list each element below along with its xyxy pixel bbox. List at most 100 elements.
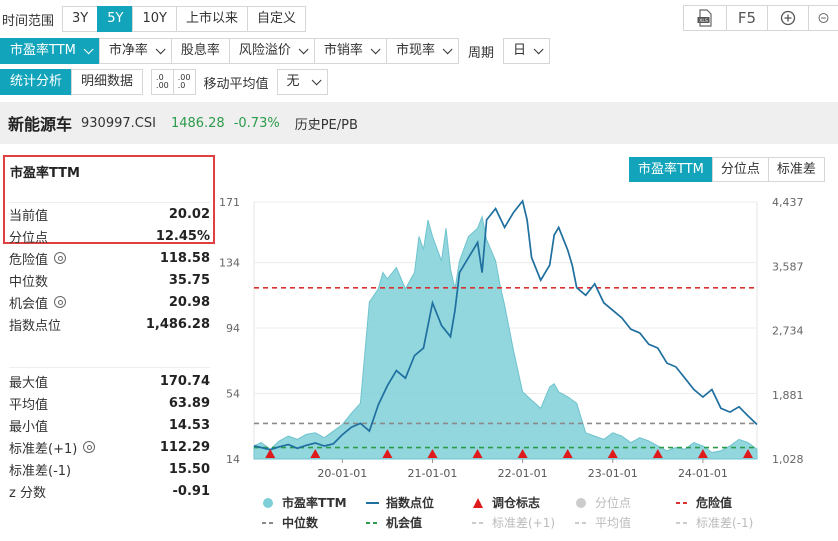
- tab-statistics[interactable]: 统计分析: [0, 69, 73, 95]
- chart-series-toggle: 市盈率TTM 分位点 标准差: [629, 157, 825, 182]
- gear-icon[interactable]: [83, 441, 96, 453]
- right-axis-tick-label: 3,587: [772, 260, 804, 273]
- zoom-out-button[interactable]: [808, 5, 838, 31]
- stat-opportunity-label: 机会值: [9, 296, 49, 312]
- decimal-decrease-button[interactable]: .00 .0: [172, 69, 196, 95]
- analysis-row: 统计分析 明细数据 .0 .00 .00 .0 移动平均值 无: [0, 68, 328, 96]
- left-axis-tick-label: 134: [219, 257, 240, 270]
- stat-percentile-label: 分位点: [9, 230, 49, 246]
- period-10y-button[interactable]: 10Y: [132, 6, 177, 32]
- left-axis-tick-label: 54: [226, 388, 240, 401]
- stat-opportunity-value: 20.98: [168, 294, 210, 310]
- rebalance-marker: [742, 449, 753, 458]
- index-banner: 新能源车 930997.CSI 1486.28 -0.73% 历史PE/PB: [0, 102, 838, 144]
- stat-danger-value: 118.58: [159, 250, 210, 266]
- chevron-down-icon: [442, 43, 453, 54]
- x-axis-tick-label: 21-01-01: [408, 467, 458, 480]
- legend-item: 标准差(+1): [472, 516, 555, 530]
- chevron-down-icon: [533, 43, 544, 54]
- legend-label: 标准差(-1): [696, 516, 753, 530]
- chevron-down-icon: [298, 43, 309, 54]
- stat-index-level: 指数点位 1,486.28: [9, 313, 210, 335]
- metric-pb-dropdown[interactable]: 市净率: [98, 38, 172, 64]
- index-name: 新能源车: [8, 115, 73, 134]
- chart-legend: 市盈率TTM 指数点位 调仓标志 分位点 危险值中位数 机会值 标准差(+1) 平均值 标准差(…: [262, 495, 753, 530]
- stat-median-value: 35.75: [168, 272, 210, 288]
- zoom-out-icon: [818, 13, 829, 23]
- rebalance-marker: [310, 449, 321, 458]
- period-3y-button[interactable]: 3Y: [62, 6, 99, 32]
- chevron-down-icon: [311, 74, 322, 85]
- toolbar-right-group: XLS F5: [683, 5, 838, 31]
- x-axis-tick-label: 20-01-01: [317, 467, 367, 480]
- right-axis-tick-label: 2,734: [772, 325, 804, 338]
- metric-dividend-button[interactable]: 股息率: [170, 38, 230, 64]
- rebalance-marker: [265, 449, 276, 458]
- x-axis-tick-label: 23-01-01: [588, 467, 638, 480]
- period-label: 时间范围: [2, 13, 55, 29]
- rebalance-marker: [472, 449, 483, 458]
- moving-average-label: 移动平均值: [203, 76, 269, 92]
- metric-ps-label: 市销率: [323, 43, 363, 58]
- stats-title: 市盈率TTM: [10, 166, 80, 181]
- stat-sd-plus-label: 标准差(+1): [9, 441, 78, 457]
- toggle-percentile[interactable]: 分位点: [711, 157, 769, 182]
- tab-detail-data[interactable]: 明细数据: [71, 69, 144, 95]
- stat-percentile-value: 12.45%: [155, 228, 210, 244]
- legend-item: 指数点位: [366, 495, 434, 510]
- legend-label: 分位点: [595, 495, 631, 510]
- gear-icon[interactable]: [54, 252, 67, 264]
- refresh-f5-button[interactable]: F5: [726, 5, 768, 31]
- rebalance-marker: [652, 449, 663, 458]
- cycle-select[interactable]: 日: [502, 38, 550, 64]
- zoom-in-button[interactable]: [767, 5, 809, 31]
- chart-axes: 14 54 94 134 171 1,028 1,881 2,734 3,587 4,437 20-…: [219, 196, 804, 480]
- stat-z-value: -0.91: [172, 483, 210, 499]
- stat-sd-minus-label: 标准差(-1): [9, 463, 72, 479]
- toggle-std-dev[interactable]: 标准差: [767, 157, 825, 182]
- legend-label: 危险值: [695, 495, 732, 510]
- toggle-pe-ttm[interactable]: 市盈率TTM: [629, 157, 713, 182]
- metric-pe-ttm-dropdown[interactable]: 市盈率TTM: [0, 38, 100, 64]
- index-line-series: [253, 199, 758, 451]
- rebalance-marker: [517, 449, 528, 458]
- legend-label: 中位数: [282, 515, 319, 530]
- rebalance-markers: [265, 449, 753, 458]
- gear-icon[interactable]: [54, 296, 67, 308]
- stat-danger-label: 危险值: [9, 252, 49, 268]
- chevron-down-icon: [155, 43, 166, 54]
- moving-average-select[interactable]: 无: [276, 69, 328, 95]
- period-since-listing-button[interactable]: 上市以来: [175, 6, 248, 32]
- index-change: -0.73%: [233, 115, 280, 131]
- chart-grid: [253, 201, 758, 460]
- legend-label: 市盈率TTM: [282, 495, 347, 510]
- legend-swatch: [263, 498, 273, 508]
- index-level-line: [253, 199, 758, 451]
- metric-pcf-dropdown[interactable]: 市现率: [385, 38, 459, 64]
- period-custom-button[interactable]: 自定义: [246, 6, 306, 32]
- reference-lines: [254, 287, 757, 449]
- export-xls-button[interactable]: XLS: [683, 5, 727, 31]
- stat-min-value: 14.53: [168, 417, 210, 433]
- decimal-increase-button[interactable]: .0 .00: [151, 69, 174, 95]
- metric-risk-premium-dropdown[interactable]: 风险溢价: [228, 38, 315, 64]
- right-axis-tick-label: 1,028: [772, 453, 804, 466]
- stat-avg-label: 平均值: [9, 397, 49, 413]
- svg-text:XLS: XLS: [699, 18, 708, 24]
- stat-sd-minus-value: 15.50: [168, 461, 210, 477]
- stat-current: 当前值 20.02: [9, 203, 210, 225]
- stat-median-label: 中位数: [9, 274, 49, 290]
- period-group: 3Y 5Y 10Y 上市以来 自定义: [62, 6, 306, 32]
- legend-item: 中位数: [262, 515, 319, 530]
- stat-avg-value: 63.89: [168, 395, 210, 411]
- cycle-label: 周期: [467, 45, 494, 61]
- rebalance-marker: [697, 449, 708, 458]
- right-axis-tick-label: 4,437: [772, 196, 804, 209]
- period-5y-button[interactable]: 5Y: [97, 6, 134, 32]
- rebalance-marker: [607, 449, 618, 458]
- stat-sd-plus: 标准差(+1) 112.29: [9, 436, 210, 458]
- metric-ps-dropdown[interactable]: 市销率: [313, 38, 387, 64]
- stat-percentile: 分位点 12.45%: [9, 225, 210, 247]
- pe-ttm-area: [253, 214, 758, 460]
- x-axis-tick-label: 22-01-01: [498, 467, 548, 480]
